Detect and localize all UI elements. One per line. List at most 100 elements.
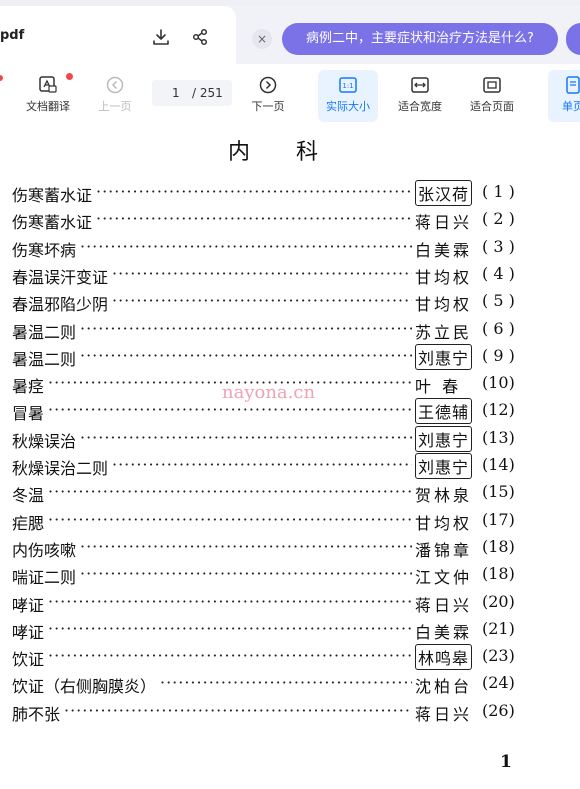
toc-row: 春温误汗变证 ··································… bbox=[12, 264, 572, 290]
toc-author: 蒋日兴 bbox=[415, 213, 473, 233]
toc-row: 伤寒坏病 ····································… bbox=[12, 237, 572, 263]
toc-row: 饮证（右侧胸膜炎） ·······························… bbox=[12, 673, 572, 699]
toc-title: 肺不张 bbox=[12, 704, 61, 724]
toc-page: (24) bbox=[482, 673, 515, 693]
toc-leader-dots: ········································… bbox=[80, 427, 412, 447]
toc-page: ( 6 ) bbox=[482, 318, 515, 338]
toc-row: 秋燥误治二则 ··································… bbox=[12, 453, 572, 481]
toc-leader-dots: ········································… bbox=[48, 400, 412, 420]
toc-leader-dots: ········································… bbox=[48, 618, 412, 638]
toc-leader-dots: ········································… bbox=[80, 318, 412, 338]
toc-page: (14) bbox=[482, 455, 515, 474]
toc-leader-dots: ········································… bbox=[80, 236, 412, 256]
single-page-button[interactable]: 单页 bbox=[548, 70, 580, 122]
section-title: 内科 bbox=[228, 140, 365, 165]
actual-size-label: 实际大小 bbox=[326, 100, 370, 113]
toc-title: 哮证 bbox=[12, 595, 45, 615]
toc-page: (12) bbox=[482, 400, 515, 420]
toc-page: (20) bbox=[482, 591, 515, 611]
watermark: nayona.cn bbox=[222, 382, 316, 403]
toc-author: 苏立民 bbox=[415, 322, 473, 342]
toc-leader-dots: ········································… bbox=[112, 455, 412, 474]
toc-leader-dots: ········································… bbox=[112, 291, 412, 311]
total-pages: / 251 bbox=[192, 86, 223, 100]
toc-page: (15) bbox=[482, 482, 515, 502]
file-tab[interactable]: pdf bbox=[0, 6, 236, 64]
toc-title: 饮证 bbox=[12, 650, 45, 670]
share-icon[interactable] bbox=[189, 26, 211, 48]
toc-page: (13) bbox=[482, 427, 515, 447]
current-page-input[interactable]: 1 bbox=[172, 80, 180, 106]
toc-title: 暑温二则 bbox=[12, 322, 77, 342]
toc-page: ( 2 ) bbox=[482, 209, 515, 229]
svg-text:1:1: 1:1 bbox=[342, 82, 353, 90]
toc-author: 蒋日兴 bbox=[415, 704, 473, 724]
toc-author: 刘惠宁 bbox=[415, 343, 473, 370]
chat-suggestion-chip[interactable]: 病例二中，主要症状和治疗方法是什么? bbox=[282, 23, 558, 55]
toc-title: 冬温 bbox=[12, 486, 45, 506]
notification-badge bbox=[66, 73, 73, 80]
toc-row: 哮证 ······································… bbox=[12, 592, 572, 618]
toc-title: 春温误汗变证 bbox=[12, 267, 109, 287]
toc-title: 秋燥误治 bbox=[12, 431, 77, 451]
fit-width-icon bbox=[411, 77, 429, 93]
page-number: 1 bbox=[500, 752, 512, 772]
toc-title: 饮证（右侧胸膜炎） bbox=[12, 677, 157, 697]
toc-title: 伤寒坏病 bbox=[12, 240, 77, 260]
single-page-icon bbox=[566, 76, 580, 94]
toc-row: 冬温 ······································… bbox=[12, 482, 572, 508]
toc-author: 林鸣皋 bbox=[415, 644, 473, 671]
toc-author: 刘惠宁 bbox=[415, 453, 473, 479]
next-page-button[interactable]: 下一页 bbox=[238, 76, 298, 114]
toc-row: 伤寒蓄水证 ···································… bbox=[12, 180, 572, 208]
toc-row: 冒暑 ······································… bbox=[12, 398, 572, 426]
translate-label: 文档翻译 bbox=[26, 100, 70, 113]
translate-icon bbox=[39, 76, 57, 93]
translate-button[interactable]: 文档翻译 bbox=[18, 76, 78, 114]
toc-author: 甘均权 bbox=[415, 513, 473, 533]
toc-leader-dots: ········································… bbox=[96, 182, 412, 201]
toc-title: 暑痉 bbox=[12, 377, 45, 397]
next-label: 下一页 bbox=[251, 100, 285, 113]
toc-leader-dots: ········································… bbox=[48, 591, 412, 611]
toc-leader-dots: ········································… bbox=[80, 564, 412, 584]
toc-author: 沈柏台 bbox=[415, 677, 473, 697]
toc-author: 白美霖 bbox=[415, 240, 473, 260]
actual-size-button[interactable]: 1:1 实际大小 bbox=[318, 70, 378, 122]
toc-title: 伤寒蓄水证 bbox=[12, 213, 93, 233]
close-suggestion-button[interactable]: × bbox=[252, 29, 272, 49]
chat-suggestion-chip-2[interactable] bbox=[566, 23, 580, 55]
toc-author: 张汉荷 bbox=[415, 180, 473, 206]
toc-author: 白美霖 bbox=[415, 622, 473, 642]
toc-page: ( 4 ) bbox=[482, 263, 515, 283]
toc-row: 疟腮 ······································… bbox=[12, 510, 572, 536]
toc-title: 伤寒蓄水证 bbox=[12, 186, 93, 205]
toc-title: 秋燥误治二则 bbox=[12, 459, 109, 478]
fit-page-icon bbox=[483, 77, 501, 93]
toc-row: 暑温二则 ····································… bbox=[12, 343, 572, 372]
toc-row: 喘证二则 ····································… bbox=[12, 564, 572, 590]
toc-author: 江文仲 bbox=[415, 568, 473, 588]
pdf-toolbar: 文档翻译 上一页 下一页 1:1 实际大小 适合宽度 适合页面 单页 bbox=[0, 64, 580, 124]
actual-size-icon: 1:1 bbox=[339, 77, 357, 93]
toc-title: 暑温二则 bbox=[12, 349, 77, 369]
toc-row: 哮证 ······································… bbox=[12, 619, 572, 645]
toc-page: ( 9 ) bbox=[482, 345, 515, 365]
toc-row: 内伤咳嗽 ····································… bbox=[12, 537, 572, 563]
toc-page: (18) bbox=[482, 536, 515, 556]
toc-title: 内伤咳嗽 bbox=[12, 540, 77, 560]
prev-page-button[interactable]: 上一页 bbox=[85, 76, 145, 114]
toc-author: 潘锦章 bbox=[415, 540, 473, 560]
fit-width-label: 适合宽度 bbox=[398, 100, 442, 113]
toc-row: 暑温二则 ····································… bbox=[12, 319, 572, 345]
fit-page-button[interactable]: 适合页面 bbox=[462, 76, 522, 114]
toc-page: ( 3 ) bbox=[482, 236, 515, 256]
download-icon[interactable] bbox=[150, 26, 172, 48]
toc-author: 甘均权 bbox=[415, 295, 473, 315]
toc-title: 哮证 bbox=[12, 622, 45, 642]
toc-leader-dots: ········································… bbox=[80, 345, 412, 365]
fit-width-button[interactable]: 适合宽度 bbox=[390, 76, 450, 114]
file-name: pdf bbox=[0, 28, 25, 43]
toc-row: 秋燥误治 ····································… bbox=[12, 425, 572, 454]
page-number-field[interactable]: 1 / 251 bbox=[152, 80, 232, 106]
